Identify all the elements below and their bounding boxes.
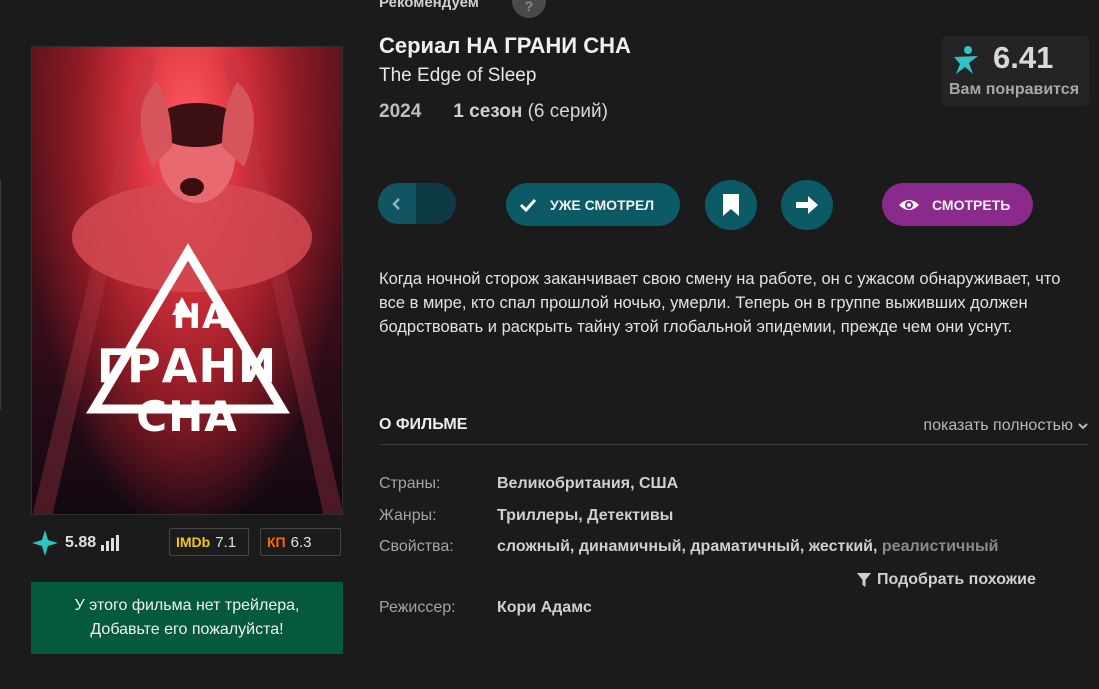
genre-link[interactable]: Триллеры bbox=[497, 507, 578, 524]
poster-artwork bbox=[32, 57, 342, 514]
eye-icon bbox=[899, 199, 919, 210]
bookmark-button[interactable] bbox=[705, 180, 757, 230]
poster-title-line-2: ГРАНИ bbox=[96, 339, 278, 393]
watch-label: СМОТРЕТЬ bbox=[932, 196, 1011, 213]
chevron-down-icon bbox=[1078, 423, 1088, 430]
property-link[interactable]: динамичный bbox=[579, 538, 682, 555]
already-watched-label: УЖЕ СМОТРЕЛ bbox=[550, 196, 655, 213]
share-button[interactable] bbox=[781, 180, 833, 230]
check-icon bbox=[519, 198, 537, 212]
star-icon bbox=[32, 530, 58, 556]
page-title: Сериал НА ГРАНИ СНА bbox=[379, 33, 631, 58]
site-rating-value: 5.88 bbox=[65, 534, 97, 551]
poster-image[interactable]: НА ГРАНИ СНА bbox=[31, 46, 343, 515]
country-link[interactable]: США bbox=[639, 475, 678, 492]
country-link[interactable]: Великобритания bbox=[497, 475, 630, 492]
kp-badge[interactable]: КП 6.3 bbox=[260, 528, 341, 556]
left-edge-divider bbox=[0, 180, 5, 410]
kp-value: 6.3 bbox=[290, 533, 312, 551]
poster-title-line-3: СНА bbox=[136, 392, 238, 441]
find-similar-button[interactable]: Подобрать похожие bbox=[856, 571, 1036, 589]
director-value: Кори Адамс bbox=[497, 599, 592, 617]
imdb-value: 7.1 bbox=[215, 533, 237, 551]
property-link[interactable]: сложный bbox=[497, 538, 570, 555]
chevron-left-icon bbox=[392, 197, 400, 210]
release-year[interactable]: 2024 bbox=[379, 101, 421, 123]
recommend-label: Рекомендуем bbox=[379, 0, 479, 11]
arrow-right-icon bbox=[796, 196, 818, 214]
countries-label: Страны: bbox=[379, 475, 441, 492]
star-icon bbox=[954, 46, 978, 74]
match-score-value: 6.41 bbox=[993, 40, 1054, 75]
property-link[interactable]: реалистичный bbox=[882, 538, 999, 555]
show-full-label: показать полностью bbox=[923, 417, 1073, 434]
imdb-badge[interactable]: IMDb 7.1 bbox=[169, 528, 249, 556]
find-similar-label: Подобрать похожие bbox=[877, 571, 1036, 588]
season-info: 1 сезон (6 серий) bbox=[453, 101, 608, 123]
original-title: The Edge of Sleep bbox=[379, 65, 537, 86]
property-link[interactable]: драматичный bbox=[690, 538, 799, 555]
genres-label: Жанры: bbox=[379, 507, 437, 524]
genres-value: Триллеры, Детективы bbox=[497, 507, 674, 524]
already-watched-button[interactable]: УЖЕ СМОТРЕЛ bbox=[506, 183, 680, 226]
filter-icon bbox=[857, 573, 871, 587]
poster-title-line-1: НА bbox=[172, 297, 230, 337]
match-score-caption: Вам понравится bbox=[949, 81, 1080, 98]
property-link[interactable]: жесткий bbox=[809, 538, 873, 555]
director-link[interactable]: Кори Адамс bbox=[497, 599, 592, 616]
no-trailer-line-1: У этого фильма нет трейлера, bbox=[74, 597, 300, 614]
season-count: 1 сезон bbox=[453, 101, 523, 122]
no-trailer-box[interactable]: У этого фильма нет трейлера, Добавьте ег… bbox=[31, 582, 343, 654]
prev-button[interactable] bbox=[378, 183, 416, 224]
countries-value: Великобритания, США bbox=[497, 475, 679, 492]
director-label: Режиссер: bbox=[379, 599, 456, 616]
bars-icon bbox=[101, 535, 120, 551]
properties-value: сложный, динамичный, драматичный, жестки… bbox=[497, 538, 999, 555]
site-rating[interactable]: 5.88 bbox=[31, 528, 120, 558]
match-score-box: 6.41 Вам понравится bbox=[942, 36, 1089, 106]
section-divider bbox=[379, 444, 1089, 445]
episode-nav bbox=[378, 183, 456, 224]
description-text: Когда ночной сторож заканчивает свою сме… bbox=[379, 270, 1061, 336]
imdb-brand: IMDb bbox=[176, 534, 211, 550]
episode-count: (6 серий) bbox=[522, 101, 608, 122]
movie-page: Рекомендуем ? НА ГРАНИ СНА 5.88 IMDb 7.1… bbox=[0, 0, 1099, 689]
show-full-link[interactable]: показать полностью bbox=[923, 417, 1089, 435]
no-trailer-line-2: Добавьте его пожалуйста! bbox=[90, 621, 284, 638]
bookmark-icon bbox=[723, 194, 739, 216]
genre-link[interactable]: Детективы bbox=[587, 507, 673, 524]
ratings-row: 5.88 IMDb 7.1 КП 6.3 bbox=[31, 528, 343, 558]
help-icon[interactable]: ? bbox=[512, 0, 546, 18]
about-section-title: О ФИЛЬМЕ bbox=[379, 416, 468, 433]
watch-button[interactable]: СМОТРЕТЬ bbox=[882, 183, 1033, 226]
kp-brand: КП bbox=[267, 534, 286, 550]
properties-label: Свойства: bbox=[379, 538, 454, 555]
meta-row: 2024 1 сезон (6 серий) bbox=[379, 101, 608, 123]
